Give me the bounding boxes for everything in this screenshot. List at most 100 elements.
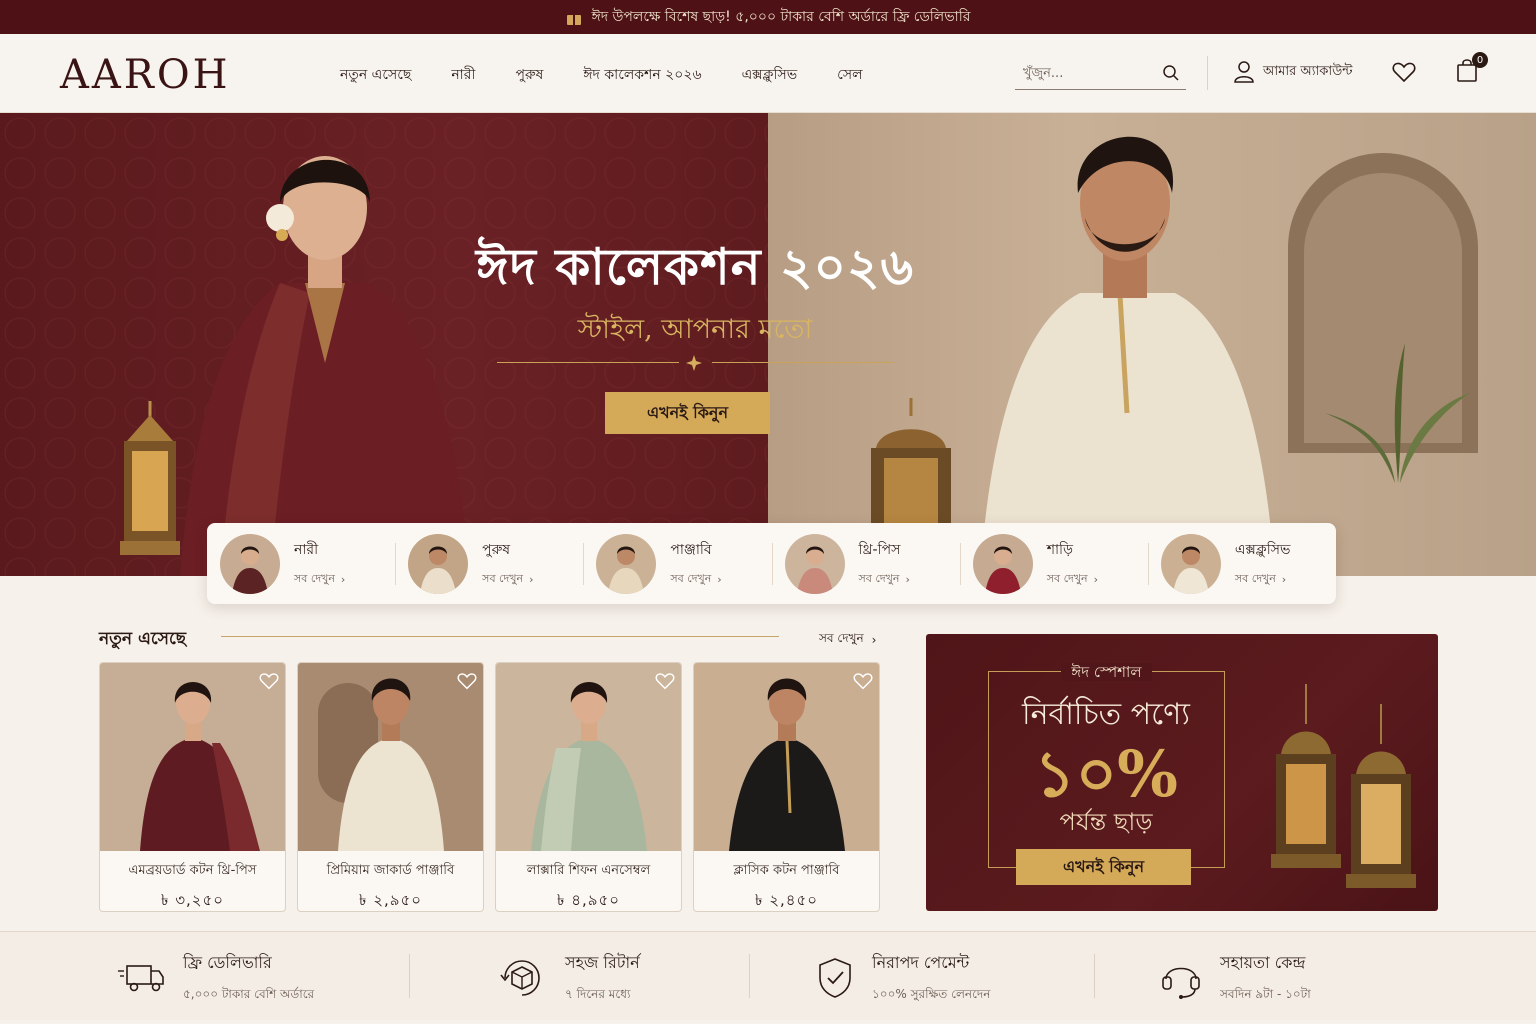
hero-banner: ঈদ কালেকশন ২০২৬ স্টাইল, আপনার মতো এখনই ক… <box>0 113 1536 576</box>
section-divider <box>221 636 779 637</box>
feature-title: সহজ রিটার্ন <box>565 953 640 972</box>
lanterns-image <box>1271 684 1416 888</box>
category-panjabi[interactable]: পাঞ্জাবি সব দেখুন › <box>583 533 771 595</box>
man-model-image <box>980 136 1275 576</box>
cart-button[interactable]: 0 <box>1455 52 1488 87</box>
category-saree-image <box>972 533 1033 594</box>
product-image <box>298 663 483 851</box>
announcement-text: ঈদ উপলক্ষে বিশেষ ছাড়! ৫,০০০ টাকার বেশি … <box>591 9 971 25</box>
nav-exclusive[interactable]: এক্সক্লুসিভ <box>742 63 798 87</box>
return-box-icon <box>500 960 540 996</box>
category-three-piece-image <box>784 533 845 594</box>
site-header: AAROH নতুন এসেছে নারী পুরুষ ঈদ কালেকশন ২… <box>0 34 1536 113</box>
product-name: ক্লাসিক কটন পাঞ্জাবি <box>733 863 840 878</box>
search-box <box>1015 58 1186 90</box>
product-grid: এমব্রয়ডার্ড কটন থ্রি-পিস ৳ ৩,২৫০ প্রিমি… <box>99 662 880 912</box>
chevron-right-icon: › <box>529 573 534 586</box>
category-men[interactable]: পুরুষ সব দেখুন › <box>395 533 583 595</box>
product-card[interactable]: প্রিমিয়াম জাকার্ড পাঞ্জাবি ৳ ২,৯৫০ <box>297 662 484 912</box>
product-card[interactable]: এমব্রয়ডার্ড কটন থ্রি-পিস ৳ ৩,২৫০ <box>99 662 286 912</box>
search-input[interactable] <box>1015 58 1150 88</box>
feature-subtitle: ৭ দিনের মধ্যে <box>565 987 631 1001</box>
category-exclusive-image <box>1160 533 1221 594</box>
category-women[interactable]: নারী সব দেখুন › <box>207 533 395 595</box>
category-label: থ্রি-পিস <box>858 542 901 558</box>
new-arrivals-view-all-link[interactable]: সব দেখুন › <box>819 630 876 650</box>
category-women-image <box>220 533 280 594</box>
category-label: নারী <box>294 542 319 558</box>
category-saree[interactable]: শাড়ি সব দেখুন › <box>959 533 1148 595</box>
category-label: পুরুষ <box>482 542 511 558</box>
product-card[interactable]: ক্লাসিক কটন পাঞ্জাবি ৳ ২,৪৫০ <box>693 662 880 912</box>
category-label: শাড়ি <box>1046 542 1074 558</box>
product-price: ৳ ২,৪৫০ <box>755 891 818 909</box>
product-image <box>694 663 879 851</box>
wishlist-button[interactable] <box>1392 61 1416 87</box>
nav-eid-collection[interactable]: ঈদ কালেকশন ২০২৬ <box>583 63 701 87</box>
chevron-right-icon: › <box>871 633 877 647</box>
heart-icon[interactable] <box>655 672 675 690</box>
feature-subtitle: ১০০% সুরক্ষিত লেনদেন <box>872 987 991 1001</box>
hero-divider-right <box>712 362 894 363</box>
category-view-all[interactable]: সব দেখুন › <box>670 570 721 589</box>
heart-icon[interactable] <box>259 672 279 690</box>
feature-subtitle: সবদিন ৯টা - ১০টা <box>1220 987 1311 1001</box>
feature-free-delivery: ফ্রি ডেলিভারি ৫,০০০ টাকার বেশি অর্ডারে <box>117 950 314 1006</box>
feature-subtitle: ৫,০০০ টাকার বেশি অর্ডারে <box>183 987 315 1001</box>
shield-check-icon <box>819 958 851 998</box>
product-card[interactable]: লাক্সারি শিফন এনসেম্বল ৳ ৪,৯৫০ <box>495 662 682 912</box>
product-name: এমব্রয়ডার্ড কটন থ্রি-পিস <box>128 863 257 878</box>
category-exclusive[interactable]: এক্সক্লুসিভ সব দেখুন › <box>1147 533 1336 595</box>
hero-subtitle: স্টাইল, আপনার মতো <box>577 314 813 345</box>
product-image <box>496 663 681 851</box>
truck-icon <box>118 965 164 992</box>
nav-women[interactable]: নারী <box>451 63 475 87</box>
sparkle-icon <box>686 355 702 371</box>
feature-divider <box>409 954 410 998</box>
chevron-right-icon: › <box>1281 573 1287 586</box>
category-label: এক্সক্লুসিভ <box>1234 542 1291 558</box>
main-nav: নতুন এসেছে নারী পুরুষ ঈদ কালেকশন ২০২৬ এক… <box>340 63 863 87</box>
nav-new-arrivals[interactable]: নতুন এসেছে <box>340 63 411 87</box>
feature-divider <box>1094 954 1095 998</box>
new-arrivals-title: নতুন এসেছে <box>99 629 187 649</box>
product-name: প্রিমিয়াম জাকার্ড পাঞ্জাবি <box>326 863 455 878</box>
promo-shop-now-button[interactable]: এখনই কিনুন <box>1016 849 1191 885</box>
category-panjabi-image <box>596 533 657 594</box>
hero-shop-now-button[interactable]: এখনই কিনুন <box>605 392 770 434</box>
heart-icon[interactable] <box>457 672 477 690</box>
category-view-all[interactable]: সব দেখুন › <box>1047 570 1098 589</box>
product-name: লাক্সারি শিফন এনসেম্বল <box>526 863 651 878</box>
category-men-image <box>408 533 469 594</box>
gift-icon <box>566 10 582 25</box>
heart-icon <box>1392 62 1416 83</box>
feature-divider <box>749 954 750 998</box>
category-view-all[interactable]: সব দেখুন › <box>294 570 345 589</box>
brand-logo[interactable]: AAROH <box>60 52 231 98</box>
lantern-left-image <box>120 401 180 555</box>
feature-title: ফ্রি ডেলিভারি <box>183 953 272 972</box>
category-view-all[interactable]: সব দেখুন › <box>1235 570 1291 589</box>
feature-title: নিরাপদ পেমেন্ট <box>872 953 970 972</box>
category-view-all[interactable]: সব দেখুন › <box>482 570 533 589</box>
category-strip: নারী সব দেখুন › পুরুষ সব দেখুন › পাঞ্জাবি … <box>207 523 1336 604</box>
eid-special-promo: ঈদ স্পেশাল নির্বাচিত পণ্যে ১০% পর্যন্ত ছ… <box>926 634 1438 911</box>
account-label: আমার অ্যাকাউন্ট <box>1263 63 1353 79</box>
feature-title: সহায়তা কেন্দ্র <box>1220 953 1306 972</box>
account-link[interactable]: আমার অ্যাকাউন্ট <box>1233 60 1352 84</box>
promo-subline: পর্যন্ত ছাড় <box>1059 808 1153 836</box>
category-three-piece[interactable]: থ্রি-পিস সব দেখুন › <box>771 533 960 595</box>
nav-men[interactable]: পুরুষ <box>515 63 543 87</box>
chevron-right-icon: › <box>905 573 910 586</box>
search-icon[interactable] <box>1162 64 1180 82</box>
feature-secure-payment: নিরাপদ পেমেন্ট ১০০% সুরক্ষিত লেনদেন <box>816 950 990 1006</box>
product-image <box>100 663 285 851</box>
service-features: ফ্রি ডেলিভারি ৫,০০০ টাকার বেশি অর্ডারে স… <box>0 931 1536 1020</box>
nav-sale[interactable]: সেল <box>837 63 862 87</box>
category-label: পাঞ্জাবি <box>670 542 712 558</box>
category-view-all[interactable]: সব দেখুন › <box>859 570 910 589</box>
announcement-bar: ঈদ উপলক্ষে বিশেষ ছাড়! ৫,০০০ টাকার বেশি … <box>0 0 1536 34</box>
cart-count-badge: 0 <box>1472 52 1488 68</box>
product-price: ৳ ২,৯৫০ <box>359 891 422 909</box>
heart-icon[interactable] <box>853 672 873 690</box>
